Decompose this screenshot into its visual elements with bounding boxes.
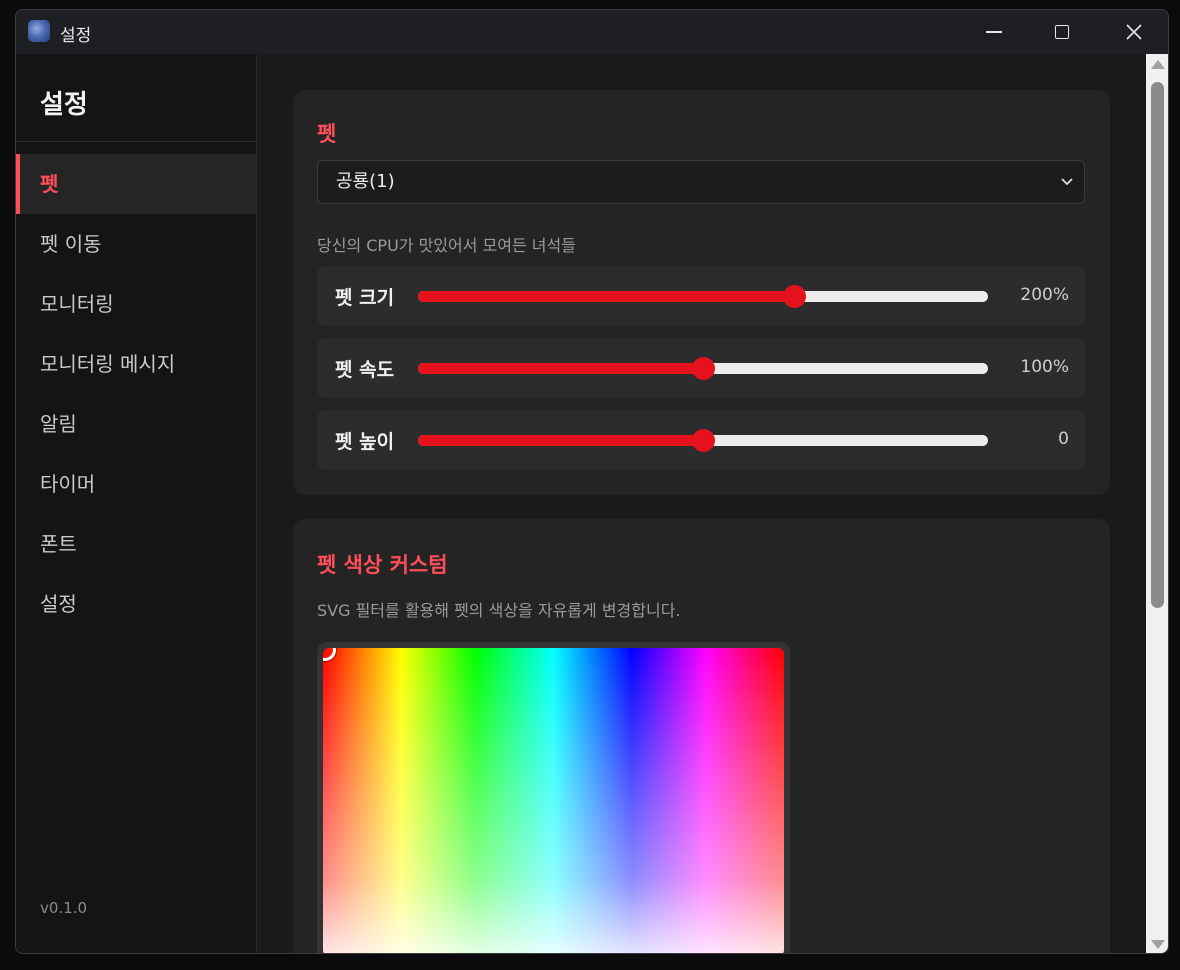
spectrum-lightness-overlay	[323, 648, 784, 953]
minimize-icon	[986, 31, 1002, 33]
chevron-down-icon	[1061, 178, 1073, 186]
pet-card-title: 펫	[317, 122, 337, 146]
sidebar-divider	[16, 141, 256, 142]
maximize-button[interactable]	[1028, 10, 1096, 54]
pet-card: 펫 공룡(1) 당신의 CPU가 맛있어서 모여든 녀석들 펫 크기 200% …	[293, 90, 1110, 495]
sidebar-item-pet[interactable]: 펫	[16, 154, 256, 214]
close-icon	[1126, 24, 1142, 40]
slider-row-speed: 펫 속도 100%	[317, 338, 1085, 398]
height-slider[interactable]	[418, 429, 988, 452]
slider-label: 펫 크기	[335, 287, 395, 309]
sidebar-item-notification[interactable]: 알림	[16, 394, 256, 454]
close-button[interactable]	[1100, 10, 1168, 54]
version-label: v0.1.0	[40, 899, 88, 917]
sidebar-item-pet-movement[interactable]: 펫 이동	[16, 214, 256, 274]
size-slider[interactable]	[418, 285, 988, 308]
pet-select-value: 공룡(1)	[336, 171, 395, 192]
vertical-scrollbar[interactable]	[1146, 54, 1168, 953]
color-picker[interactable]	[317, 642, 790, 953]
color-card-title: 펫 색상 커스텀	[317, 553, 448, 577]
slider-fill	[418, 291, 795, 302]
sidebar-item-monitoring-message[interactable]: 모니터링 메시지	[16, 334, 256, 394]
slider-row-size: 펫 크기 200%	[317, 266, 1085, 326]
slider-value: 200%	[1020, 285, 1069, 305]
sidebar-item-settings[interactable]: 설정	[16, 574, 256, 634]
slider-thumb[interactable]	[692, 429, 715, 452]
slider-value: 100%	[1020, 357, 1069, 377]
sidebar: 설정 펫 펫 이동 모니터링 모니터링 메시지 알림 타이머 폰트 설정 v0.…	[16, 54, 257, 953]
scroll-up-icon[interactable]	[1151, 60, 1165, 69]
color-spectrum[interactable]	[323, 648, 784, 953]
slider-label: 펫 속도	[335, 359, 395, 381]
slider-row-height: 펫 높이 0	[317, 410, 1085, 470]
scroll-down-icon[interactable]	[1151, 940, 1165, 949]
scrollbar-thumb[interactable]	[1151, 82, 1164, 608]
slider-fill	[418, 435, 703, 446]
sidebar-item-font[interactable]: 폰트	[16, 514, 256, 574]
slider-thumb[interactable]	[692, 357, 715, 380]
title-bar: 설정	[16, 10, 1168, 54]
main-content: 펫 공룡(1) 당신의 CPU가 맛있어서 모여든 녀석들 펫 크기 200% …	[257, 54, 1146, 953]
pet-select[interactable]: 공룡(1)	[317, 160, 1085, 204]
slider-value: 0	[1058, 429, 1069, 449]
slider-thumb[interactable]	[783, 285, 807, 308]
sidebar-item-timer[interactable]: 타이머	[16, 454, 256, 514]
window-title: 설정	[60, 26, 92, 46]
color-card-description: SVG 필터를 활용해 펫의 색상을 자유롭게 변경합니다.	[317, 601, 681, 620]
app-icon	[28, 20, 50, 42]
sidebar-title: 설정	[40, 90, 88, 120]
speed-slider[interactable]	[418, 357, 988, 380]
sidebar-item-monitoring[interactable]: 모니터링	[16, 274, 256, 334]
slider-fill	[418, 363, 703, 374]
settings-window: 설정 설정 펫 펫 이동 모니터링 모니터링 메시지 알림 타이머 폰트 설정 …	[15, 9, 1169, 954]
slider-label: 펫 높이	[335, 431, 395, 453]
maximize-icon	[1055, 25, 1069, 39]
color-custom-card: 펫 색상 커스텀 SVG 필터를 활용해 펫의 색상을 자유롭게 변경합니다.	[293, 519, 1110, 953]
pet-description: 당신의 CPU가 맛있어서 모여든 녀석들	[317, 236, 576, 255]
minimize-button[interactable]	[960, 10, 1028, 54]
